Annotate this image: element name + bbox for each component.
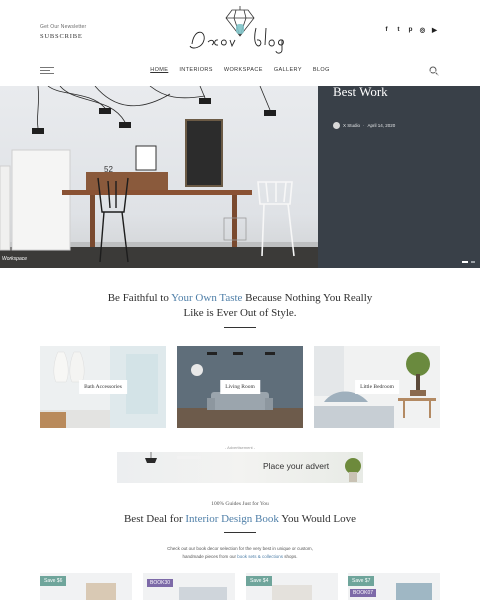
hero-slider[interactable]: 52 [0,86,480,268]
guides-kicker: 100% Guides Just for You [211,501,269,507]
newsletter-block: Get Our Newsletter SUBSCRIBE [40,24,86,40]
product-image [179,587,227,600]
guides-title-text-2: You Would Love [278,513,357,525]
pinterest-icon[interactable]: p [407,26,414,34]
product-card[interactable]: Save $4 [246,573,338,600]
advert-label: - Advertisement - [224,445,256,450]
hero-image: 52 [0,86,318,268]
hero-title[interactable]: Workplace Decor Ideas in 2020 to Inspire… [333,52,468,100]
product-image [272,585,312,600]
product-card[interactable]: Save $7 BOOK07 [348,573,440,600]
avatar [333,122,340,129]
slider-dots [462,261,475,263]
save-badge: Save $7 [348,576,375,586]
guides-description: Check out our book decor selection for t… [0,545,480,561]
hero-date: April 14, 2020 [367,123,396,128]
quote-text-1: Be Faithful to [107,292,172,304]
collections-link[interactable]: book sets & collections [237,554,283,559]
coupon-tag: BOOK07 [350,589,377,597]
coupon-tag: BOOK30 [147,579,174,587]
guides-desc-line1: Check out our book decor selection for t… [167,546,313,551]
save-badge: Save $6 [40,576,67,586]
category-label: Bath Accessories [79,380,127,394]
guides-divider [224,532,256,533]
guides-desc-line2b: shops. [283,554,298,559]
newsletter-caption: Get Our Newsletter [40,24,87,30]
quote-section: Be Faithful to Your Own Taste Because No… [0,291,480,321]
guides-desc-line2a: handmade pieces from our [182,554,238,559]
category-tile-living[interactable]: Living Room [177,346,303,428]
hero-watermark: Workspace [2,256,28,262]
svg-text:52: 52 [104,165,113,174]
guides-title-highlight[interactable]: Interior Design Book [185,513,278,525]
nav-item-gallery[interactable]: GALLERY [274,67,302,73]
nav-item-interiors[interactable]: INTERIORS [179,67,213,73]
save-badge: Save $4 [246,576,273,586]
site-logo[interactable] [184,6,296,56]
social-links: f t p ◎ ▶ [383,26,438,34]
twitter-icon[interactable]: t [395,26,402,34]
subscribe-link[interactable]: SUBSCRIBE [40,33,86,40]
product-card[interactable]: Save $6 [40,573,132,600]
advert-text: Place your advert [263,461,330,471]
advert-banner[interactable]: Place your advert [117,452,363,483]
slider-dot[interactable] [462,261,468,263]
quote-highlight: Your Own Taste [171,292,243,304]
hero-author[interactable]: X Studio [343,123,360,128]
facebook-icon[interactable]: f [383,26,390,34]
meta-separator: · [363,123,365,128]
product-image [86,583,116,600]
youtube-icon[interactable]: ▶ [431,26,438,34]
instagram-icon[interactable]: ◎ [419,26,426,34]
quote-divider [224,327,256,328]
category-label: Living Room [220,380,260,394]
nav-item-workspace[interactable]: WORKSPACE [224,67,263,73]
nav-item-blog[interactable]: BLOG [313,67,330,73]
category-tile-bath[interactable]: Bath Accessories [40,346,166,428]
category-label: Little Bedroom [355,380,399,394]
hero-meta: X Studio · April 14, 2020 [333,122,395,129]
nav-item-home[interactable]: HOME [150,67,168,73]
category-tile-bedroom[interactable]: Little Bedroom [314,346,440,428]
guides-title: Best Deal for Interior Design Book You W… [0,513,480,525]
guides-title-text-1: Best Deal for [123,513,186,525]
slider-dot[interactable] [471,261,475,263]
product-card[interactable]: BOOK30 [143,573,235,600]
hero-panel [318,86,480,268]
product-image [396,583,432,600]
